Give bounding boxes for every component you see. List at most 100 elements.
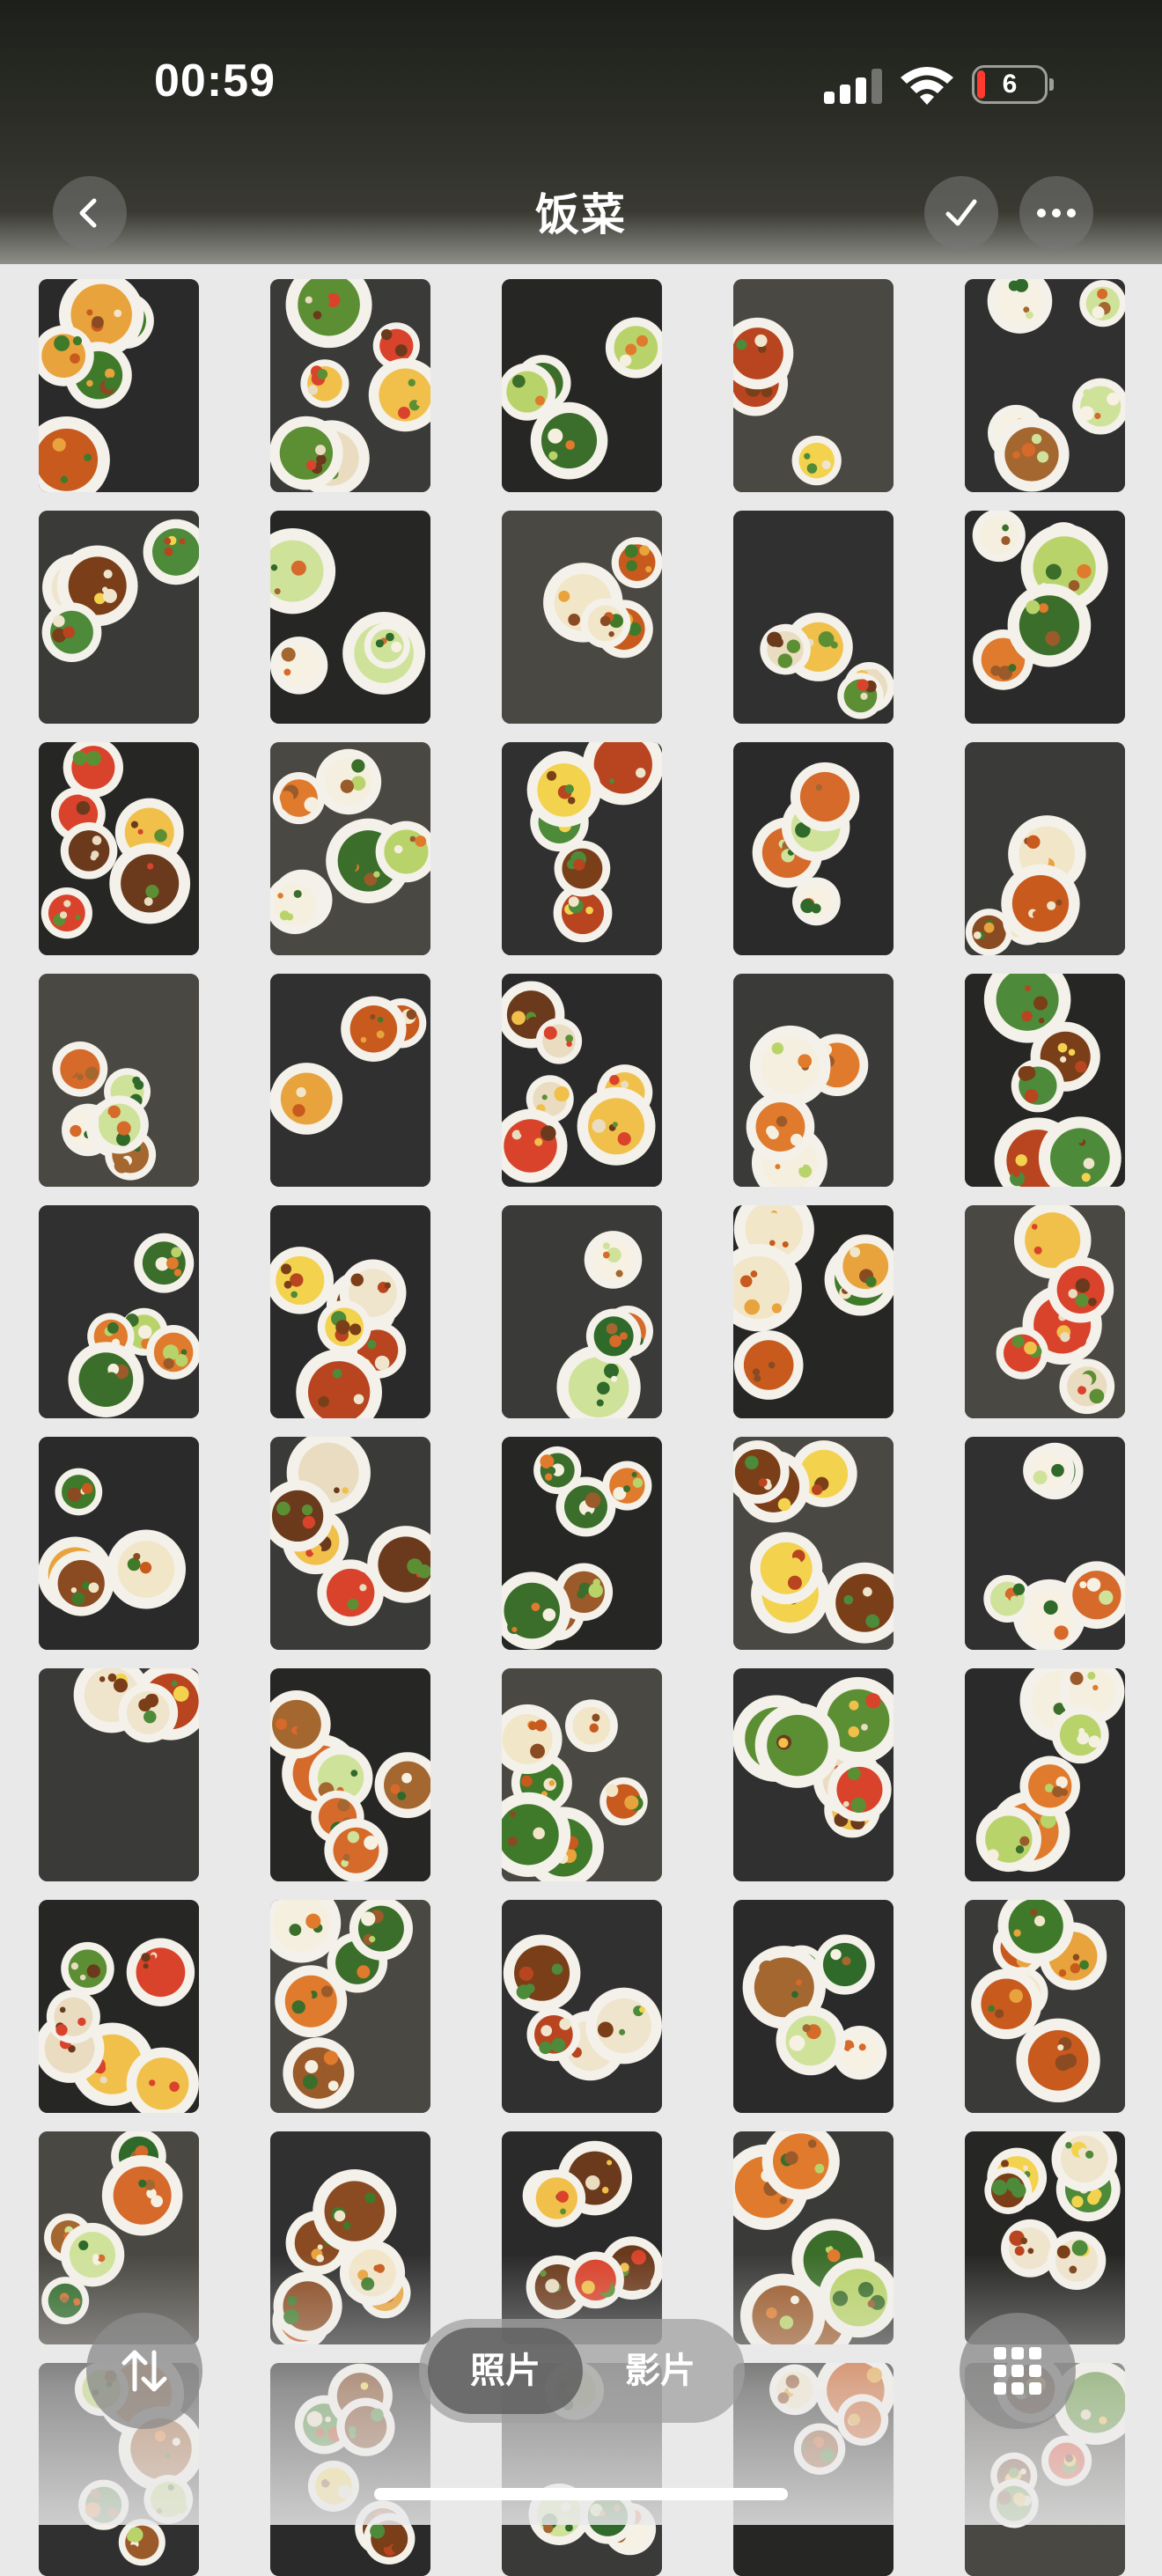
photo-thumbnail[interactable] xyxy=(965,1668,1125,1881)
photo-thumbnail[interactable] xyxy=(965,1900,1125,2113)
photo-thumbnail[interactable] xyxy=(965,279,1125,492)
food-photo-image xyxy=(965,511,1125,724)
food-photo-image xyxy=(270,1437,430,1650)
grid-icon xyxy=(994,2347,1041,2395)
photo-thumbnail[interactable] xyxy=(270,1205,430,1418)
food-photo-image xyxy=(965,1205,1125,1418)
food-photo-image xyxy=(39,1668,199,1881)
food-photo-image xyxy=(39,1205,199,1418)
more-button[interactable] xyxy=(1019,176,1093,250)
food-photo-image xyxy=(270,279,430,492)
food-photo-image xyxy=(39,511,199,724)
food-photo-image xyxy=(39,742,199,955)
photo-thumbnail[interactable] xyxy=(39,742,199,955)
battery-level: 6 xyxy=(1002,70,1018,99)
tab-photos[interactable]: 照片 xyxy=(428,2328,583,2414)
photo-thumbnail[interactable] xyxy=(965,974,1125,1187)
sort-button[interactable] xyxy=(86,2313,202,2429)
photo-thumbnail[interactable] xyxy=(733,1900,894,2113)
photo-thumbnail[interactable] xyxy=(502,1205,662,1418)
photo-thumbnail[interactable] xyxy=(502,511,662,724)
food-photo-image xyxy=(502,1437,662,1650)
photo-thumbnail[interactable] xyxy=(270,279,430,492)
wifi-icon xyxy=(901,67,953,105)
photo-thumbnail[interactable] xyxy=(965,511,1125,724)
food-photo-image xyxy=(502,1668,662,1881)
photo-thumbnail[interactable] xyxy=(502,1900,662,2113)
photo-thumbnail[interactable] xyxy=(270,974,430,1187)
photo-thumbnail[interactable] xyxy=(733,1668,894,1881)
food-photo-image xyxy=(733,279,894,492)
nav-bar: 饭菜 xyxy=(0,167,1162,264)
sort-arrows-icon xyxy=(121,2350,167,2392)
photo-thumbnail[interactable] xyxy=(965,742,1125,955)
food-photo-image xyxy=(502,511,662,724)
photo-thumbnail[interactable] xyxy=(502,974,662,1187)
bottom-toolbar: 照片 影片 xyxy=(0,2307,1162,2447)
food-photo-image xyxy=(270,1668,430,1881)
food-photo-image xyxy=(270,511,430,724)
photo-thumbnail[interactable] xyxy=(270,742,430,955)
photo-grid xyxy=(0,264,1162,2576)
photo-thumbnail[interactable] xyxy=(733,742,894,955)
photo-thumbnail[interactable] xyxy=(39,511,199,724)
photo-thumbnail[interactable] xyxy=(502,279,662,492)
food-photo-image xyxy=(270,1900,430,2113)
battery-icon: 6 xyxy=(972,65,1054,104)
photo-thumbnail[interactable] xyxy=(502,742,662,955)
photo-thumbnail[interactable] xyxy=(39,974,199,1187)
photo-thumbnail[interactable] xyxy=(965,1205,1125,1418)
food-photo-image xyxy=(39,1900,199,2113)
photo-thumbnail[interactable] xyxy=(270,1668,430,1881)
status-time: 00:59 xyxy=(154,55,276,107)
photo-thumbnail[interactable] xyxy=(39,1668,199,1881)
photo-thumbnail[interactable] xyxy=(39,1900,199,2113)
photo-thumbnail[interactable] xyxy=(965,1437,1125,1650)
food-photo-image xyxy=(270,742,430,955)
food-photo-image xyxy=(965,1900,1125,2113)
status-bar: 00:59 6 xyxy=(0,0,1162,167)
food-photo-image xyxy=(733,1437,894,1650)
food-photo-image xyxy=(965,1668,1125,1881)
photo-thumbnail[interactable] xyxy=(733,279,894,492)
photo-thumbnail[interactable] xyxy=(733,1437,894,1650)
food-photo-image xyxy=(502,974,662,1187)
food-photo-image xyxy=(39,974,199,1187)
food-photo-image xyxy=(39,279,199,492)
photo-thumbnail[interactable] xyxy=(733,511,894,724)
food-photo-image xyxy=(502,742,662,955)
photo-thumbnail[interactable] xyxy=(733,1205,894,1418)
food-photo-image xyxy=(502,1205,662,1418)
food-photo-image xyxy=(965,742,1125,955)
media-type-segmented-control: 照片 影片 xyxy=(419,2319,745,2423)
photo-thumbnail[interactable] xyxy=(502,1668,662,1881)
photo-thumbnail[interactable] xyxy=(39,1205,199,1418)
ellipsis-icon xyxy=(1037,209,1076,217)
photo-thumbnail[interactable] xyxy=(270,1437,430,1650)
photo-thumbnail[interactable] xyxy=(502,1437,662,1650)
home-indicator xyxy=(374,2488,788,2500)
food-photo-image xyxy=(733,1205,894,1418)
food-photo-image xyxy=(733,511,894,724)
food-photo-image xyxy=(502,1900,662,2113)
select-button[interactable] xyxy=(924,176,998,250)
photo-thumbnail[interactable] xyxy=(270,511,430,724)
photo-thumbnail[interactable] xyxy=(270,1900,430,2113)
food-photo-image xyxy=(965,279,1125,492)
photo-thumbnail[interactable] xyxy=(39,1437,199,1650)
food-photo-image xyxy=(270,1205,430,1418)
food-photo-image xyxy=(502,279,662,492)
food-photo-image xyxy=(270,974,430,1187)
food-photo-image xyxy=(733,974,894,1187)
food-photo-image xyxy=(965,1437,1125,1650)
food-photo-image xyxy=(733,1668,894,1881)
photo-thumbnail[interactable] xyxy=(733,974,894,1187)
cellular-signal-icon xyxy=(824,69,882,104)
food-photo-image xyxy=(39,1437,199,1650)
food-photo-image xyxy=(733,1900,894,2113)
food-photo-image xyxy=(965,974,1125,1187)
grid-view-button[interactable] xyxy=(960,2313,1076,2429)
photo-thumbnail[interactable] xyxy=(39,279,199,492)
tab-videos[interactable]: 影片 xyxy=(583,2328,738,2414)
checkmark-icon xyxy=(945,199,977,226)
